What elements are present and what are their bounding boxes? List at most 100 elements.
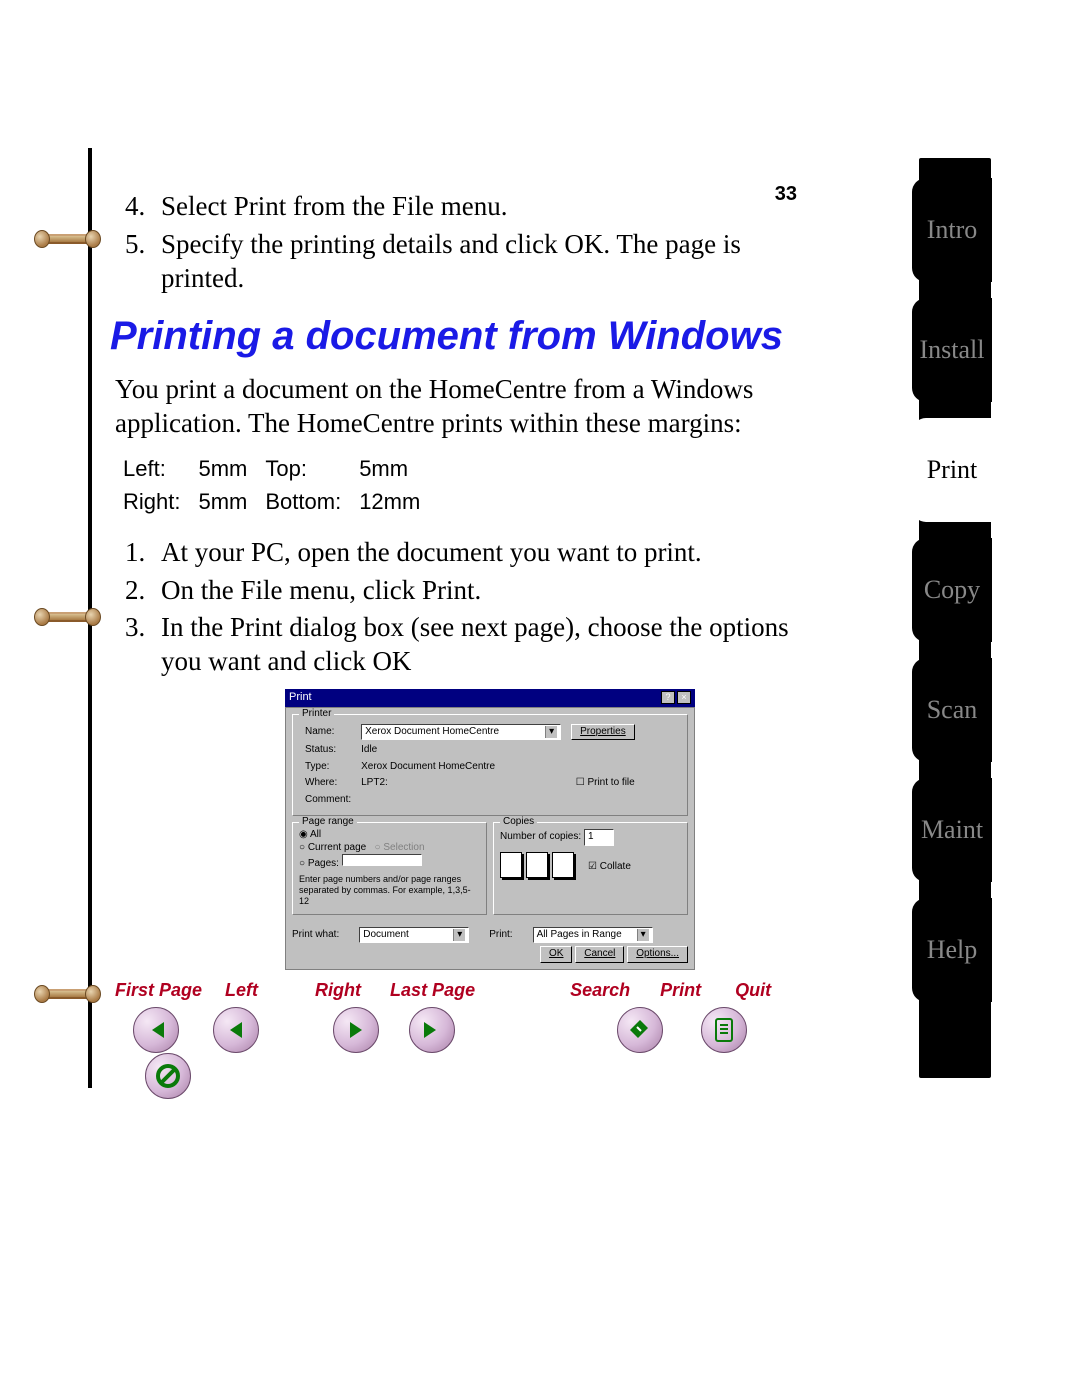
pages-input[interactable] xyxy=(342,854,422,866)
copies-spinner[interactable]: 1 xyxy=(584,829,614,846)
binder-ring xyxy=(40,608,95,626)
step-text: On the File menu, click Print. xyxy=(161,575,481,605)
tab-intro[interactable]: Intro xyxy=(912,178,992,282)
prev-page-button[interactable] xyxy=(213,1007,259,1053)
step-text: Select Print from the File menu. xyxy=(161,191,507,221)
status-value: Idle xyxy=(357,743,639,758)
nav-label-right: Right xyxy=(315,980,385,1001)
printer-group: Printer Name: Xerox Document HomeCentre▾… xyxy=(292,714,688,817)
dialog-title: Print xyxy=(289,691,312,705)
print-dialog: Print ? × Printer Name: Xerox Document H… xyxy=(285,689,695,970)
step-number: 3. xyxy=(125,611,145,645)
search-button[interactable] xyxy=(617,1007,663,1053)
left-icon xyxy=(224,1018,248,1042)
comment-label: Comment: xyxy=(301,793,355,808)
nav-label-quit: Quit xyxy=(735,980,771,1001)
dialog-body: Printer Name: Xerox Document HomeCentre▾… xyxy=(285,707,695,970)
range-pages-radio[interactable]: Pages: xyxy=(299,858,339,869)
type-value: Xerox Document HomeCentre xyxy=(357,760,639,775)
chevron-down-icon: ▾ xyxy=(637,929,649,942)
nav-label-first: First Page xyxy=(115,980,220,1001)
range-all-radio[interactable]: All xyxy=(299,829,321,840)
step-item: 3.In the Print dialog box (see next page… xyxy=(143,611,797,679)
copies-group: Copies Number of copies: 1 Collate xyxy=(493,822,688,914)
page-range-group: Page range All Current page Selection Pa… xyxy=(292,822,487,914)
cancel-button[interactable]: Cancel xyxy=(575,946,624,963)
nav-label-print: Print xyxy=(660,980,730,1001)
step-number: 2. xyxy=(125,574,145,608)
name-label: Name: xyxy=(301,723,355,742)
print-button[interactable] xyxy=(701,1007,747,1053)
step-number: 5. xyxy=(125,228,145,262)
where-value: LPT2: xyxy=(357,776,565,791)
range-hint: Enter page numbers and/or page ranges se… xyxy=(299,874,480,908)
step-item: 1.At your PC, open the document you want… xyxy=(143,536,797,570)
step-item: 5.Specify the printing details and click… xyxy=(143,228,797,296)
tab-print[interactable]: Print xyxy=(912,418,992,522)
steps-main: 1. At your PC, open the document you want… xyxy=(115,536,797,679)
search-icon xyxy=(627,1017,653,1043)
tab-maint[interactable]: Maint xyxy=(912,778,992,882)
last-page-button[interactable] xyxy=(409,1007,455,1053)
tab-scan[interactable]: Scan xyxy=(912,658,992,762)
page-content: 33 4.Select Print from the File menu. 5.… xyxy=(115,190,797,970)
printwhat-combo[interactable]: Document▾ xyxy=(359,927,469,944)
printer-name-combo[interactable]: Xerox Document HomeCentre▾ xyxy=(361,724,561,741)
page-nav: First Page Left Right Last Page Search P… xyxy=(115,980,815,1099)
step-text: At your PC, open the document you want t… xyxy=(161,537,702,567)
range-current-radio[interactable]: Current page xyxy=(299,842,366,853)
section-heading: Printing a document from Windows xyxy=(110,313,797,359)
print-range-combo[interactable]: All Pages in Range▾ xyxy=(533,927,653,944)
margin-left-value: 5mm xyxy=(198,453,263,485)
quit-button[interactable] xyxy=(145,1053,191,1099)
tab-help[interactable]: Help xyxy=(912,898,992,1002)
first-icon xyxy=(144,1018,168,1042)
margin-top-label: Top: xyxy=(265,453,357,485)
nav-label-last: Last Page xyxy=(390,980,565,1001)
margin-left-label: Left: xyxy=(123,453,196,485)
right-icon xyxy=(344,1018,368,1042)
range-selection-radio: Selection xyxy=(375,842,425,853)
print-range-label: Print: xyxy=(489,929,512,942)
step-item: 4.Select Print from the File menu. xyxy=(143,190,797,224)
chevron-down-icon: ▾ xyxy=(453,929,465,942)
dialog-titlebar[interactable]: Print ? × xyxy=(285,689,695,707)
binder-ring xyxy=(40,230,95,248)
step-item: 2.On the File menu, click Print. xyxy=(143,574,797,608)
binder-ring xyxy=(40,985,95,1003)
last-icon xyxy=(420,1018,444,1042)
first-page-button[interactable] xyxy=(133,1007,179,1053)
close-window-button[interactable]: × xyxy=(677,691,691,704)
chevron-down-icon: ▾ xyxy=(545,726,557,739)
step-text: Specify the printing details and click O… xyxy=(161,229,741,293)
where-label: Where: xyxy=(301,776,355,791)
properties-button[interactable]: Properties xyxy=(571,724,635,741)
intro-paragraph: You print a document on the HomeCentre f… xyxy=(115,373,797,441)
print-to-file-checkbox[interactable]: Print to file xyxy=(576,777,635,788)
nav-label-search: Search xyxy=(570,980,655,1001)
margin-top-value: 5mm xyxy=(359,453,436,485)
nav-label-left: Left xyxy=(225,980,310,1001)
tab-install[interactable]: Install xyxy=(912,298,992,402)
steps-continued: 4.Select Print from the File menu. 5.Spe… xyxy=(115,190,797,295)
collate-checkbox[interactable]: Collate xyxy=(588,861,631,874)
margin-right-label: Right: xyxy=(123,486,196,518)
status-label: Status: xyxy=(301,743,355,758)
quit-icon xyxy=(154,1062,182,1090)
range-legend: Page range xyxy=(299,816,357,829)
margin-right-value: 5mm xyxy=(198,486,263,518)
tab-copy[interactable]: Copy xyxy=(912,538,992,642)
help-window-button[interactable]: ? xyxy=(661,691,675,704)
type-label: Type: xyxy=(301,760,355,775)
print-doc-icon xyxy=(713,1017,735,1043)
copies-label: Number of copies: xyxy=(500,831,581,842)
printwhat-label: Print what: xyxy=(292,929,339,942)
ok-button[interactable]: OK xyxy=(540,946,572,963)
step-number: 1. xyxy=(125,536,145,570)
margins-table: Left: 5mm Top: 5mm Right: 5mm Bottom: 12… xyxy=(121,451,438,520)
copies-legend: Copies xyxy=(500,816,537,829)
margin-bottom-label: Bottom: xyxy=(265,486,357,518)
step-number: 4. xyxy=(125,190,145,224)
next-page-button[interactable] xyxy=(333,1007,379,1053)
options-button[interactable]: Options... xyxy=(627,946,688,963)
